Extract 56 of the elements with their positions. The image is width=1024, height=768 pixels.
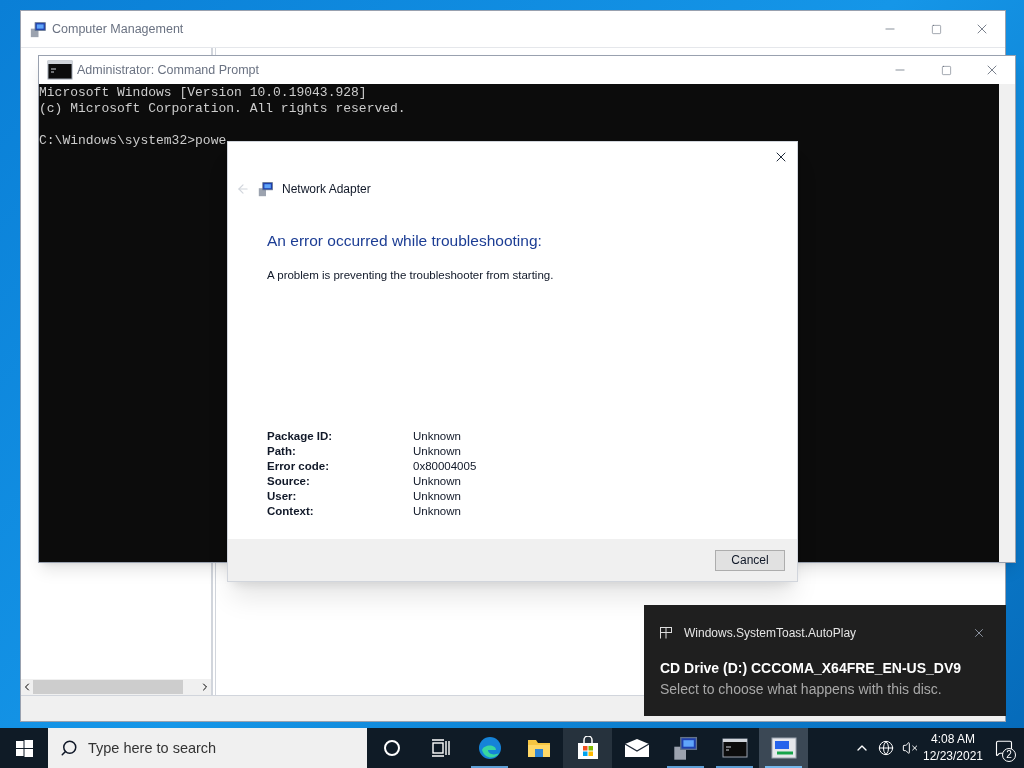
console-prompt: C:\Windows\system32>powe bbox=[39, 133, 227, 149]
globe-icon bbox=[878, 740, 894, 756]
notification-toast[interactable]: Windows.SystemToast.AutoPlay CD Drive (D:) CCCOMA_X64FRE_EN-US_DV9 Select to choose what happens with this disc. bbox=[644, 605, 1006, 716]
taskbar-app-button[interactable] bbox=[563, 728, 612, 768]
mail-icon bbox=[623, 738, 650, 758]
detail-value: Unknown bbox=[413, 489, 461, 504]
detail-value: Unknown bbox=[413, 504, 461, 519]
terminal-icon bbox=[47, 60, 73, 80]
detail-value: Unknown bbox=[413, 474, 461, 489]
task-view-icon bbox=[430, 739, 451, 757]
detail-label: Package ID: bbox=[267, 429, 334, 444]
taskbar-app-button[interactable] bbox=[759, 728, 808, 768]
detail-value: Unknown bbox=[413, 444, 461, 459]
cancel-button[interactable]: Cancel bbox=[715, 549, 785, 571]
detail-label: Path: bbox=[267, 444, 297, 459]
detail-label: User: bbox=[267, 489, 298, 504]
cortana-icon bbox=[382, 739, 401, 757]
clock[interactable]: 4:08 AM 12/23/2021 bbox=[922, 728, 984, 768]
toast-title: CD Drive (D:) CCCOMA_X64FRE_EN-US_DV9 bbox=[660, 659, 963, 678]
detail-value: Unknown bbox=[413, 429, 461, 444]
dialog-title: Network Adapter bbox=[282, 181, 371, 198]
search-icon bbox=[60, 739, 78, 757]
running-indicator bbox=[716, 766, 753, 768]
window-title: Administrator: Command Prompt bbox=[77, 61, 259, 79]
network-adapter-icon bbox=[258, 181, 274, 197]
detail-value: 0x80004005 bbox=[413, 459, 477, 474]
detail-label: Context: bbox=[267, 504, 315, 519]
search-field[interactable]: Type here to search bbox=[48, 728, 367, 768]
detail-label: Source: bbox=[267, 474, 311, 489]
windows-logo-icon bbox=[15, 739, 33, 757]
console-line: Microsoft Windows [Version 10.0.19043.928] bbox=[39, 85, 367, 101]
running-indicator bbox=[765, 766, 802, 768]
scrollbar-thumb[interactable] bbox=[33, 680, 183, 694]
store-bag-icon bbox=[576, 736, 599, 760]
close-icon bbox=[972, 626, 986, 640]
app-tile-icon bbox=[660, 627, 672, 639]
toast-app-name: Windows.SystemToast.AutoPlay bbox=[684, 625, 857, 642]
error-heading: An error occurred while troubleshooting: bbox=[267, 231, 543, 251]
notification-count-badge: 2 bbox=[1002, 748, 1016, 762]
detail-label: Error code: bbox=[267, 459, 330, 474]
running-indicator bbox=[667, 766, 704, 768]
notifications-button[interactable]: 2 bbox=[984, 728, 1024, 768]
computer-icon bbox=[30, 20, 47, 38]
network-adapter-icon bbox=[770, 737, 797, 759]
edge-browser-icon bbox=[477, 736, 502, 760]
toast-message: Select to choose what happens with this disc. bbox=[660, 680, 943, 699]
running-indicator bbox=[471, 766, 508, 768]
error-message: A problem is preventing the troubleshooter from starting. bbox=[267, 268, 555, 284]
folder-icon bbox=[526, 738, 551, 758]
terminal-icon bbox=[721, 738, 748, 758]
maximize-icon bbox=[940, 64, 952, 76]
maximize-icon bbox=[930, 23, 942, 35]
console-line: (c) Microsoft Corporation. All rights reserved. bbox=[39, 101, 406, 117]
speaker-muted-icon bbox=[902, 740, 918, 756]
computer-icon bbox=[672, 735, 699, 761]
window-title: Computer Management bbox=[52, 20, 184, 38]
